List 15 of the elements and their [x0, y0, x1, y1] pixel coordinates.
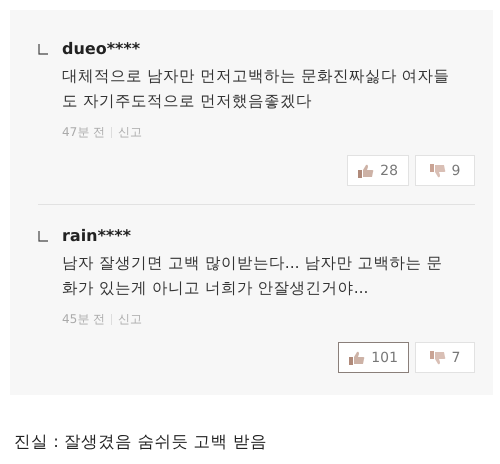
dislike-button[interactable]: 9 — [415, 155, 475, 186]
thumbs-down-icon — [430, 164, 446, 178]
comment-text: 남자 잘생기면 고백 많이받는다... 남자만 고백하는 문화가 있는게 아니고 너희가 안잘생긴거야... — [62, 253, 444, 299]
timestamp: 45분 전 — [62, 311, 106, 328]
username: rain**** — [62, 225, 132, 247]
thumbs-up-icon — [349, 350, 366, 364]
dislike-button[interactable]: 7 — [415, 342, 475, 373]
like-button[interactable]: 28 — [347, 155, 409, 186]
thumbs-up-icon — [358, 164, 374, 178]
comment-text: 대체적으로 남자만 먼저고백하는 문화진짜싫다 여자들도 자기주도적으로 먼저했음좋겠다 — [62, 66, 451, 112]
timestamp: 47분 전 — [62, 124, 106, 141]
thumbs-down-icon — [430, 350, 446, 364]
like-button[interactable]: 101 — [338, 342, 409, 373]
username: dueo**** — [62, 38, 142, 60]
caption-text: 진실 : 잘생겼음 숨쉬듯 고백 받음 — [14, 431, 268, 453]
